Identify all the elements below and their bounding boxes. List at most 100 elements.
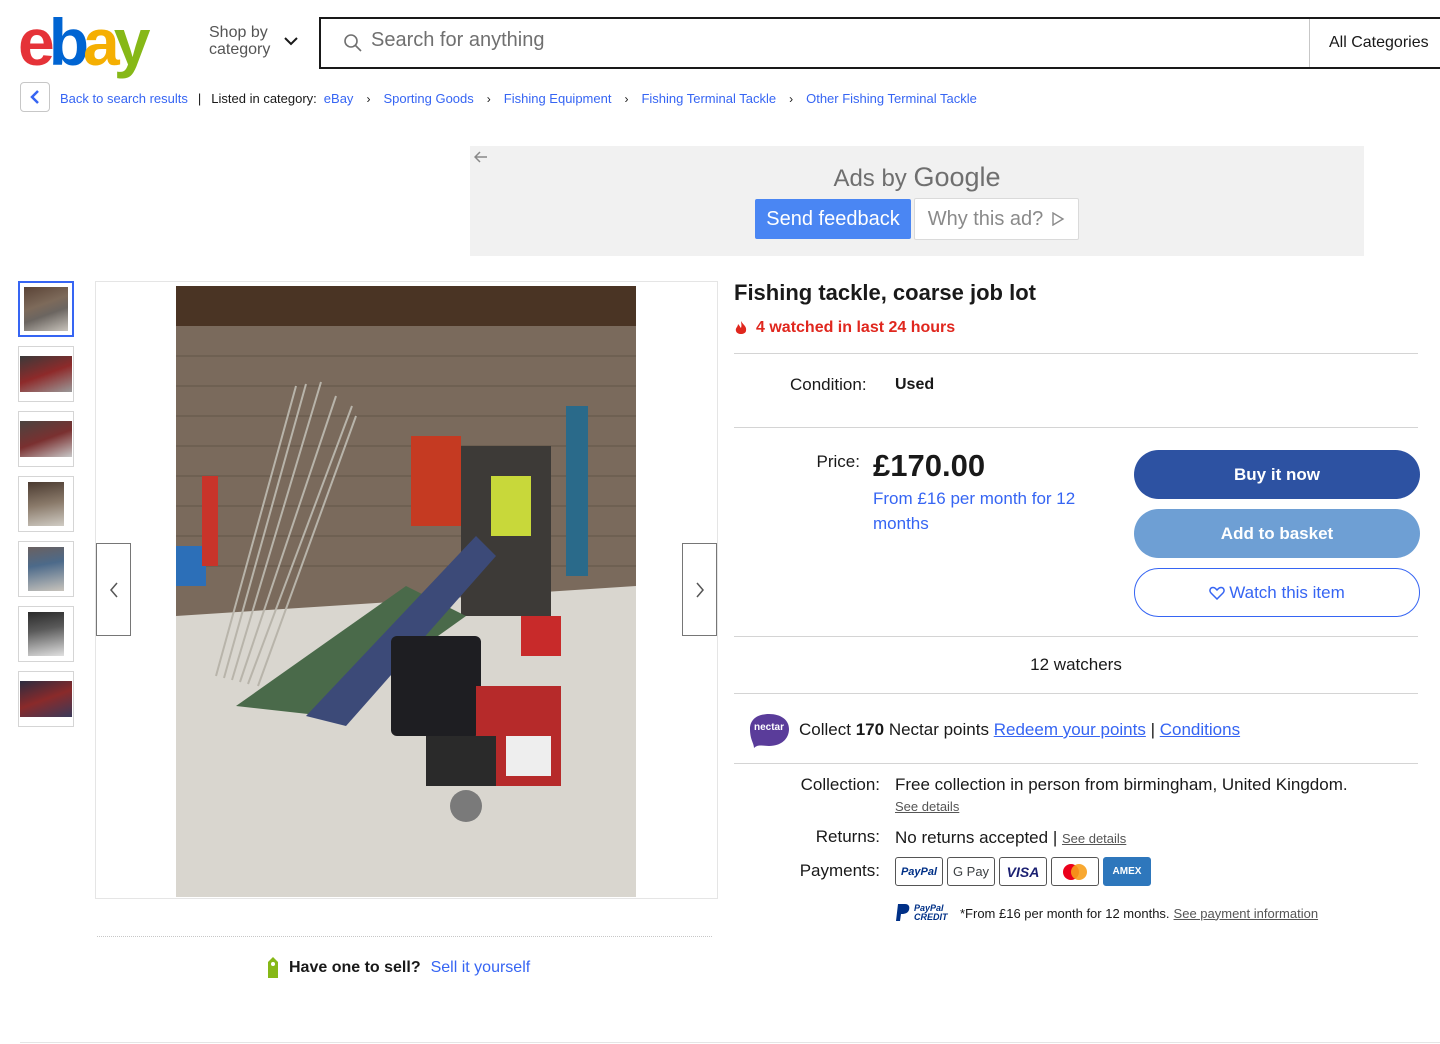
collection-value: Free collection in person from birmingha… [895, 775, 1348, 794]
mastercard-icon [1051, 857, 1099, 886]
buy-it-now-button[interactable]: Buy it now [1134, 450, 1420, 499]
redeem-points-link[interactable]: Redeem your points [994, 720, 1146, 739]
breadcrumb-item-other-fishing-terminal-tackle[interactable]: Other Fishing Terminal Tackle [806, 91, 977, 106]
watched-badge: 4 watched in last 24 hours [734, 319, 955, 337]
paypal-icon: PayPal [895, 857, 943, 886]
divider [734, 636, 1418, 637]
search-icon [344, 34, 362, 52]
nectar-collect: Collect [799, 720, 851, 739]
returns-value: No returns accepted [895, 828, 1049, 847]
condition-label: Condition: [790, 375, 867, 394]
ads-by-google: Ads by Google [470, 162, 1364, 193]
logo-letter-y: y [113, 5, 151, 79]
sell-it-yourself-link[interactable]: Sell it yourself [431, 959, 531, 977]
previous-image-button[interactable] [96, 543, 131, 636]
search-bar: All Categories [319, 17, 1440, 69]
thumbnail-image [28, 482, 64, 526]
search-input[interactable] [371, 29, 1271, 52]
thumbnail-6[interactable] [18, 606, 74, 662]
payments-label: Payments: [799, 861, 880, 880]
breadcrumb-item-fishing-terminal-tackle[interactable]: Fishing Terminal Tackle [641, 91, 776, 106]
ad-banner: Ads by Google Send feedback Why this ad? [470, 146, 1364, 256]
payment-methods: PayPal G Pay VISA AMEX [895, 857, 1151, 886]
shop-by-category-button[interactable]: Shop by category [209, 24, 270, 58]
collection-see-details-link[interactable]: See details [895, 799, 959, 814]
thumbnail-2[interactable] [18, 346, 74, 402]
heart-icon [1209, 586, 1225, 600]
see-payment-info-link[interactable]: See payment information [1174, 906, 1319, 921]
returns-separator: | [1052, 828, 1058, 847]
chevron-right-icon: › [789, 91, 794, 106]
thumbnail-image [28, 547, 64, 591]
breadcrumb-item-fishing-equipment[interactable]: Fishing Equipment [504, 91, 612, 106]
logo-letter-e: e [18, 5, 55, 79]
item-title: Fishing tackle, coarse job lot [734, 280, 1036, 305]
divider [734, 353, 1418, 354]
why-this-ad-button[interactable]: Why this ad? [914, 198, 1079, 240]
next-image-button[interactable] [682, 543, 717, 636]
thumbnail-5[interactable] [18, 541, 74, 597]
nectar-separator: | [1150, 720, 1156, 739]
logo-letter-b: b [48, 5, 89, 79]
conditions-link[interactable]: Conditions [1160, 720, 1240, 739]
divider [734, 763, 1418, 764]
watch-item-label: Watch this item [1229, 582, 1345, 602]
collection-label: Collection: [800, 775, 880, 794]
back-to-search-link[interactable]: Back to search results [60, 91, 188, 106]
nectar-logo: nectar [750, 714, 789, 748]
breadcrumb-divider: | [197, 91, 202, 106]
all-categories-select[interactable]: All Categories [1309, 19, 1440, 67]
chevron-right-icon: › [624, 91, 629, 106]
paypal-credit-info: PayPal CREDIT *From £16 per month for 12… [895, 903, 1318, 923]
nectar-logo-text: nectar [754, 722, 784, 733]
amex-icon: AMEX [1103, 857, 1151, 886]
paypal-credit-logo: PayPal CREDIT [895, 903, 950, 923]
divider [734, 693, 1418, 694]
add-to-basket-button[interactable]: Add to basket [1134, 509, 1420, 558]
thumbnail-4[interactable] [18, 476, 74, 532]
paypal-credit-text: PayPal CREDIT [914, 903, 948, 922]
have-one-to-sell-label: Have one to sell? [289, 959, 421, 976]
visa-icon: VISA [999, 857, 1047, 886]
watchers-count: 12 watchers [1030, 655, 1122, 674]
paypal-p-icon [896, 904, 910, 921]
returns-see-details-link[interactable]: See details [1062, 831, 1126, 846]
finance-offer-link[interactable]: From £16 per month for 12 months [873, 486, 1103, 536]
ebay-logo[interactable]: ebay [18, 9, 166, 75]
chevron-left-icon [109, 582, 118, 597]
nectar-offer: Collect 170 Nectar points Redeem your po… [799, 720, 1240, 740]
chevron-right-icon: › [366, 91, 371, 106]
chevron-right-icon [695, 582, 704, 597]
item-photo[interactable] [176, 286, 636, 897]
thumbnail-1[interactable] [18, 281, 74, 337]
thumbnail-7[interactable] [18, 671, 74, 727]
tag-icon [268, 957, 278, 978]
shop-by-line2: category [209, 41, 271, 58]
google-label: Google [913, 162, 1001, 192]
send-feedback-button[interactable]: Send feedback [755, 199, 911, 239]
watch-item-button[interactable]: Watch this item [1134, 568, 1420, 617]
price-label: Price: [816, 452, 860, 471]
returns-info: No returns accepted | See details [895, 828, 1126, 848]
thumbnail-image [20, 681, 72, 717]
why-this-ad-label: Why this ad? [927, 207, 1044, 230]
chevron-down-icon[interactable] [284, 36, 298, 46]
breadcrumb-item-sporting-goods[interactable]: Sporting Goods [383, 91, 473, 106]
listed-in-category-label: Listed in category: [211, 91, 317, 106]
ads-by-label: Ads by [833, 165, 907, 192]
google-pay-icon: G Pay [947, 857, 995, 886]
condition-value: Used [895, 376, 935, 393]
nectar-suffix: Nectar points [888, 720, 989, 739]
back-button[interactable] [20, 82, 50, 112]
shop-by-line1: Shop by [209, 24, 268, 41]
thumbnail-3[interactable] [18, 411, 74, 467]
item-photo-illustration [176, 286, 636, 897]
watched-text: 4 watched in last 24 hours [756, 319, 956, 336]
thumbnail-image [20, 356, 72, 392]
sell-promo: Have one to sell? Sell it yourself [265, 956, 530, 980]
breadcrumb-item-ebay[interactable]: eBay [324, 91, 354, 106]
play-outline-icon [1052, 212, 1065, 226]
returns-label: Returns: [815, 827, 880, 846]
thumbnail-image [28, 612, 64, 656]
thumbnail-list [18, 281, 74, 736]
